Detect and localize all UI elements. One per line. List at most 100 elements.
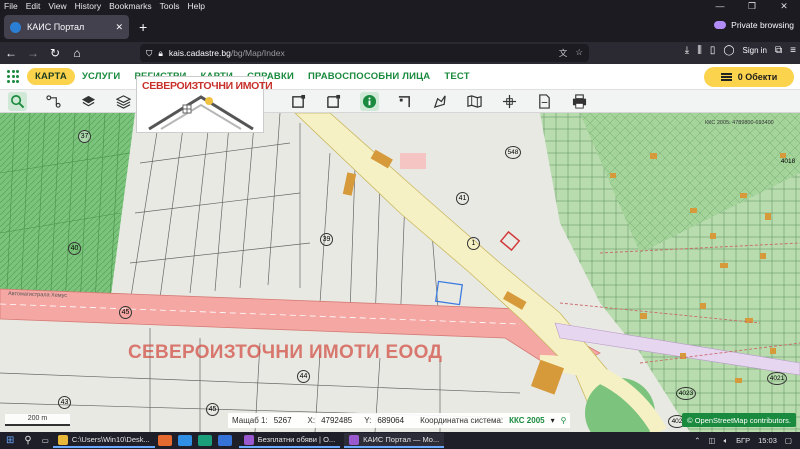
windows-start-icon[interactable]: ⊞ <box>6 435 14 446</box>
account-icon[interactable]: ◯ <box>723 45 734 56</box>
window-controls: — ❐ ✕ <box>704 0 800 12</box>
menu-file[interactable]: File <box>0 1 22 11</box>
language-indicator[interactable]: БГР <box>736 436 750 445</box>
forward-icon[interactable]: → <box>22 46 44 60</box>
lock-icon[interactable]: 🔒︎ <box>158 48 163 59</box>
downloads-icon[interactable]: ⤓ <box>685 45 689 56</box>
parcel-label: 43 <box>58 396 71 409</box>
menu-bar: File Edit View History Bookmarks Tools H… <box>0 0 800 12</box>
url-host: kais.cadastre.bg <box>168 48 231 58</box>
url-bar[interactable]: ⛉ 🔒︎ kais.cadastre.bg/bg/Map/Index 文 ☆ <box>140 44 589 62</box>
system-tray: ⌃ ◫ 🔈︎ БГР 15:03 ▢ <box>694 436 800 446</box>
taskbar-app-explorer[interactable]: C:\Users\Win10\Desk... <box>52 433 155 448</box>
x-value: 4792485 <box>321 416 353 425</box>
tab-bar: КАИС Портал ✕ + <box>0 12 800 42</box>
tray-chevron-icon[interactable]: ⌃ <box>694 436 700 445</box>
tab-kais[interactable]: КАИС Портал ✕ <box>4 15 129 39</box>
parcel-label: 4023 <box>676 387 696 400</box>
nav-services[interactable]: УСЛУГИ <box>75 71 128 82</box>
site-favicon-icon <box>10 21 21 33</box>
taskbar-app-label: Безплатни обяви | О... <box>257 435 336 444</box>
tab-title: КАИС Портал <box>27 22 85 32</box>
restore-icon[interactable]: ❐ <box>736 0 768 12</box>
parcel-label: 40 <box>68 242 81 255</box>
new-tab-button[interactable]: + <box>139 19 147 35</box>
parcel-label: 4021 <box>767 372 787 385</box>
chevron-down-icon[interactable]: ▾ <box>551 416 555 425</box>
print-icon[interactable] <box>570 92 589 111</box>
grid-label: ККС 2005: 4789800-693400 <box>705 120 774 126</box>
map-canvas[interactable] <box>0 113 800 432</box>
close-icon[interactable]: ✕ <box>768 0 800 12</box>
menu-help[interactable]: Help <box>183 1 208 11</box>
back-icon[interactable]: ← <box>0 46 22 60</box>
taskbar: ⊞ ⚲ ▭ C:\Users\Win10\Desk... Безплатни о… <box>0 432 800 449</box>
menu-bookmarks[interactable]: Bookmarks <box>105 1 156 11</box>
map-search-icon[interactable]: ⚲ <box>561 416 567 425</box>
network-icon[interactable]: ◫ <box>709 436 716 445</box>
apps-grid-icon[interactable] <box>7 69 21 84</box>
menu-edit[interactable]: Edit <box>22 1 45 11</box>
taskbar-app-kais[interactable]: КАИС Портал — Mo... <box>344 433 445 448</box>
shield-icon[interactable]: ⛉ <box>146 48 152 59</box>
menu-view[interactable]: View <box>44 1 70 11</box>
scale-value: 5267 <box>273 416 292 425</box>
nav-test[interactable]: ТЕСТ <box>437 71 476 82</box>
draw-polygon-icon[interactable] <box>430 92 449 111</box>
edge-icon[interactable] <box>197 435 212 446</box>
angle-icon[interactable] <box>395 92 414 111</box>
private-browsing-label: Private browsing <box>731 20 794 30</box>
nav-licensed-persons[interactable]: ПРАВОСПОСОБНИ ЛИЦА <box>301 71 437 82</box>
scale-label: Мащаб 1: <box>232 416 268 425</box>
coordinate-system-select[interactable]: ККС 2005 <box>509 416 544 425</box>
firefox-icon[interactable] <box>157 435 172 446</box>
chrome-icon[interactable] <box>177 435 192 446</box>
agency-logo: СЕВЕРОИЗТОЧНИ ИМОТИ <box>136 76 273 133</box>
crosshair-icon[interactable] <box>500 92 519 111</box>
sidebar-icon[interactable]: ▯ <box>710 45 716 56</box>
map-book-icon[interactable] <box>465 92 484 111</box>
search-icon[interactable] <box>8 92 27 111</box>
parcel-label: 45 <box>119 306 132 319</box>
clock[interactable]: 15:03 <box>758 436 777 445</box>
system-label: Координатна система: <box>420 416 504 425</box>
nav-bar: ← → ↻ ⌂ ⛉ 🔒︎ kais.cadastre.bg/bg/Map/Ind… <box>0 42 800 64</box>
layers-stack-icon[interactable] <box>114 92 133 111</box>
tab-close-icon[interactable]: ✕ <box>115 22 123 33</box>
menu-history[interactable]: History <box>71 1 105 11</box>
bookmark-star-icon[interactable]: ☆ <box>575 47 583 59</box>
menu-tools[interactable]: Tools <box>156 1 184 11</box>
reload-icon[interactable]: ↻ <box>44 46 66 60</box>
extensions-icon[interactable]: ⧉ <box>775 45 782 56</box>
cadastral-map[interactable]: 37 40 39 41 45 44 45 43 1 548 4018 402 4… <box>0 113 800 432</box>
osm-attribution[interactable]: © OpenStreetMap contributors. <box>682 413 796 427</box>
home-icon[interactable]: ⌂ <box>66 46 88 60</box>
task-view-icon[interactable]: ▭ <box>42 436 49 445</box>
private-window-icon <box>243 434 254 445</box>
select-box-icon[interactable] <box>289 92 308 111</box>
parcel-label: 1 <box>467 237 480 250</box>
notifications-icon[interactable]: ▢ <box>785 436 792 445</box>
nav-map[interactable]: КАРТА <box>27 68 75 85</box>
objects-button[interactable]: 0 Обекти <box>704 67 794 87</box>
document-icon[interactable] <box>535 92 554 111</box>
taskbar-app-ads[interactable]: Безплатни обяви | О... <box>238 433 341 448</box>
taskbar-search-icon[interactable]: ⚲ <box>24 435 31 446</box>
private-mask-icon <box>714 21 727 29</box>
menu-burger-icon <box>720 73 732 81</box>
building-pink <box>400 153 426 169</box>
parcel-label: 4018 <box>780 158 796 165</box>
store-icon[interactable] <box>217 435 232 446</box>
library-icon[interactable]: ⫼ <box>697 45 702 56</box>
sign-in-link[interactable]: Sign in <box>743 46 767 55</box>
url-path: /bg/Map/Index <box>230 48 285 58</box>
route-icon[interactable] <box>44 92 63 111</box>
select-rect-icon[interactable] <box>324 92 343 111</box>
taskbar-app-label: КАИС Портал — Mo... <box>363 435 440 444</box>
layers-icon[interactable] <box>79 92 98 111</box>
volume-icon[interactable]: 🔈︎ <box>724 436 729 446</box>
info-icon[interactable] <box>360 92 379 111</box>
app-menu-icon[interactable]: ≡ <box>790 45 796 56</box>
minimize-icon[interactable]: — <box>704 0 736 12</box>
translate-icon[interactable]: 文 <box>559 47 568 59</box>
